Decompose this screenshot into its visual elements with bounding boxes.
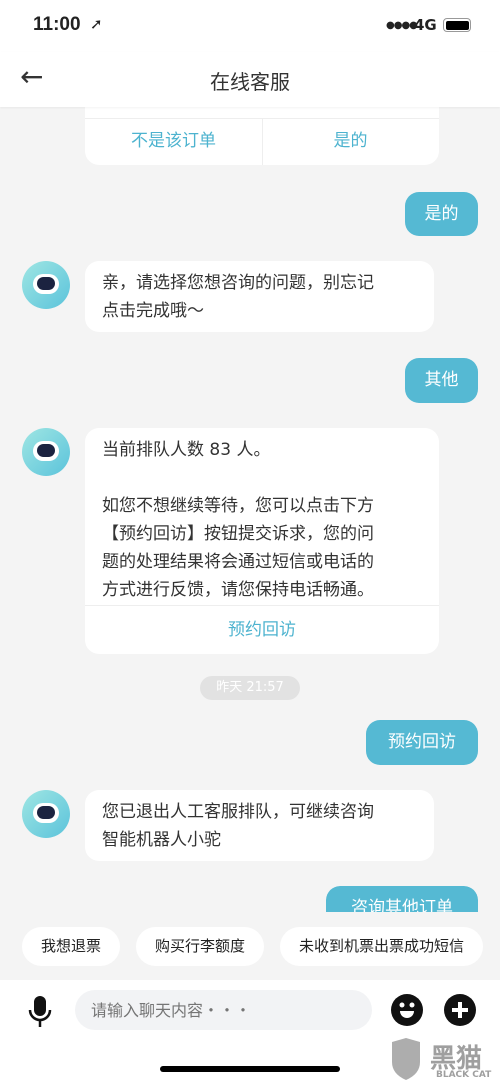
timestamp: 昨天 21:57 <box>200 676 300 700</box>
message-line: 如您不想继续等待，您可以点击下方 <box>102 496 374 516</box>
message-line: 题的处理结果将会通过短信或电话的 <box>102 552 374 572</box>
bot-avatar <box>22 261 70 309</box>
message-line: 点击完成哦～ <box>102 301 204 321</box>
quick-reply-chip[interactable]: 我想退票 <box>22 927 121 966</box>
bot-message: 亲，请选择您想咨询的问题，别忘记 点击完成哦～ <box>85 261 434 332</box>
bot-message-queue: 当前排队人数 83 人。 如您不想继续等待，您可以点击下方 【预约回访】按钮提交… <box>85 428 439 654</box>
message-line: 亲，请选择您想咨询的问题，别忘记 <box>102 273 374 293</box>
user-message: 其他 <box>405 358 478 403</box>
signal-icon: ●●●● <box>386 20 418 31</box>
status-bar: 11:00 ➚ ●●●● 4G <box>0 0 500 52</box>
message-line: 当前排队人数 83 人。 <box>102 440 271 460</box>
home-indicator <box>160 1066 340 1072</box>
network-type: 4G <box>414 16 437 34</box>
message-line: 您已退出人工客服排队，可继续咨询 <box>102 802 374 822</box>
bot-message: 您已退出人工客服排队，可继续咨询 智能机器人小驼 <box>85 790 434 861</box>
microphone-icon[interactable] <box>28 996 52 1028</box>
user-message: 预约回访 <box>366 720 478 765</box>
input-bar: 黑猫 BLACK CAT <box>0 980 500 1082</box>
bot-avatar <box>22 790 70 838</box>
user-message-clipped: 咨询其他订单 <box>326 886 478 912</box>
location-icon: ➚ <box>90 15 103 33</box>
page-title: 在线客服 <box>210 70 290 94</box>
message-line: 方式进行反馈，请您保持电话畅通。 <box>102 580 374 600</box>
chat-input[interactable] <box>75 990 372 1030</box>
nav-bar: ← 在线客服 <box>0 52 500 107</box>
bot-avatar <box>22 428 70 476</box>
message-line: 【预约回访】按钮提交诉求，您的问 <box>102 524 374 544</box>
quick-replies: 我想退票 购买行李额度 未收到机票出票成功短信 <box>22 927 484 966</box>
yes-button[interactable]: 是的 <box>262 118 439 165</box>
plus-icon[interactable] <box>444 994 476 1026</box>
user-message: 是的 <box>405 192 478 236</box>
message-line: 智能机器人小驼 <box>102 830 221 850</box>
emoji-icon[interactable] <box>391 994 423 1026</box>
schedule-callback-button[interactable]: 预约回访 <box>85 606 439 654</box>
order-confirm-card: 不是该订单 是的 <box>85 100 439 165</box>
battery-icon <box>443 18 471 32</box>
status-time: 11:00 <box>33 14 81 35</box>
not-this-order-button[interactable]: 不是该订单 <box>85 118 262 165</box>
watermark-logo: 黑猫 BLACK CAT <box>390 1038 500 1082</box>
quick-reply-chip[interactable]: 购买行李额度 <box>136 927 265 966</box>
quick-reply-chip[interactable]: 未收到机票出票成功短信 <box>280 927 484 966</box>
